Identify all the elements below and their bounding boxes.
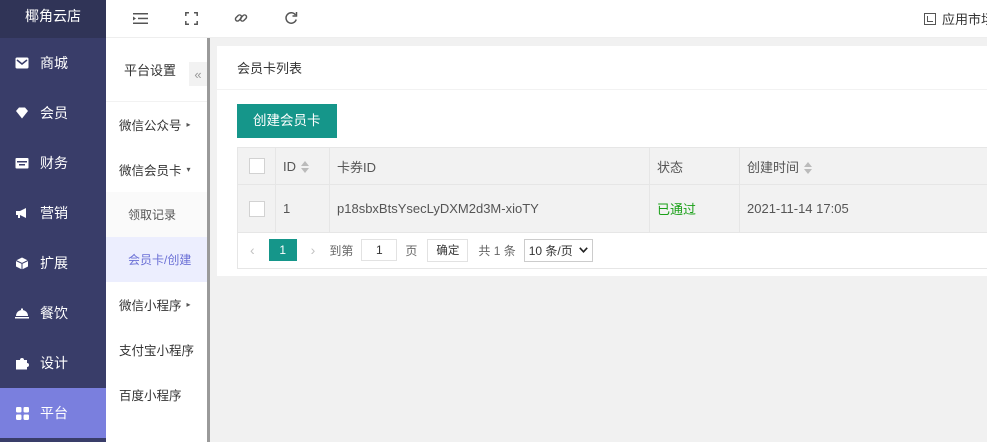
pagination: ‹ 1 › 到第 页 确定 共 1 条 10 条/页 bbox=[237, 232, 987, 269]
member-card-panel: 会员卡列表 创建会员卡 ID 卡券ID 状态 创建时间 1 p18sbxBtsY… bbox=[217, 46, 987, 276]
mail-icon bbox=[15, 56, 29, 70]
chart-box-icon bbox=[924, 12, 936, 25]
submenu-item-label: 微信会员卡 bbox=[119, 164, 182, 178]
cell-id: 1 bbox=[275, 184, 330, 233]
wallet-icon bbox=[15, 156, 29, 170]
submenu-item-wechat-card[interactable]: 微信会员卡 ▾ bbox=[106, 147, 207, 192]
submenu-item-wechat-official[interactable]: 微信公众号 ▸ bbox=[106, 102, 207, 147]
sidebar-item-label: 会员 bbox=[40, 105, 68, 121]
sidebar-item-label: 营销 bbox=[40, 205, 68, 221]
sidebar-item-label: 商城 bbox=[40, 55, 68, 71]
submenu-item-alipay-miniprogram[interactable]: 支付宝小程序 bbox=[106, 327, 207, 372]
table-header-row: ID 卡券ID 状态 创建时间 bbox=[237, 147, 987, 185]
column-header-created[interactable]: 创建时间 bbox=[739, 147, 987, 185]
app-market-label: 应用市场 bbox=[942, 12, 987, 27]
sidebar-item-member[interactable]: 会员 bbox=[0, 88, 106, 138]
submenu-item-label: 领取记录 bbox=[128, 208, 177, 222]
row-select-cell bbox=[237, 184, 276, 233]
table-row: 1 p18sbxBtsYsecLyDXM2d3M-xioTY 已通过 2021-… bbox=[237, 184, 987, 233]
submenu-item-wechat-miniprogram[interactable]: 微信小程序 ▸ bbox=[106, 282, 207, 327]
goto-prefix-label: 到第 bbox=[329, 243, 354, 258]
main-sidebar: 椰角云店 商城 会员 财务 营销 扩展 餐饮 设计 平台 bbox=[0, 0, 106, 442]
cell-created: 2021-11-14 17:05 bbox=[739, 184, 987, 233]
app-market-link[interactable]: 应用市场 bbox=[924, 9, 987, 28]
secondary-menu: 平台设置 « 微信公众号 ▸ 微信会员卡 ▾ 领取记录 会员卡/创建 微信小程序… bbox=[106, 38, 207, 442]
refresh-icon[interactable] bbox=[281, 8, 301, 28]
caret-right-icon: ▸ bbox=[186, 300, 191, 309]
submenu-item-label: 会员卡/创建 bbox=[128, 253, 192, 267]
sidebar-item-catering[interactable]: 餐饮 bbox=[0, 288, 106, 338]
sidebar-item-marketing[interactable]: 营销 bbox=[0, 188, 106, 238]
goto-suffix-label: 页 bbox=[405, 243, 418, 258]
column-header-card-id: 卡券ID bbox=[329, 147, 650, 185]
select-all-header bbox=[237, 147, 276, 185]
cube-icon bbox=[15, 256, 29, 270]
sort-icon[interactable] bbox=[301, 161, 309, 174]
sidebar-item-label: 平台 bbox=[40, 405, 68, 421]
submenu-item-label: 百度小程序 bbox=[119, 389, 182, 403]
sidebar-item-design[interactable]: 设计 bbox=[0, 338, 106, 388]
create-card-button[interactable]: 创建会员卡 bbox=[237, 104, 337, 138]
page-size-value: 10 条/页 bbox=[528, 243, 573, 258]
column-header-label: ID bbox=[283, 158, 296, 174]
submenu-item-label: 微信公众号 bbox=[119, 119, 182, 133]
brand-logo: 椰角云店 bbox=[0, 0, 106, 38]
top-header: 应用市场 bbox=[106, 0, 987, 38]
puzzle-icon bbox=[15, 356, 29, 370]
sidebar-item-mall[interactable]: 商城 bbox=[0, 38, 106, 88]
caret-down-icon: ▾ bbox=[186, 165, 191, 174]
column-header-status: 状态 bbox=[649, 147, 740, 185]
dish-icon bbox=[15, 306, 29, 320]
sidebar-item-extension[interactable]: 扩展 bbox=[0, 238, 106, 288]
sidebar-item-label: 财务 bbox=[40, 155, 68, 171]
caret-right-icon: ▸ bbox=[186, 120, 191, 129]
member-card-table: ID 卡券ID 状态 创建时间 1 p18sbxBtsYsecLyDXM2d3M… bbox=[237, 147, 987, 233]
submenu-item-label: 微信小程序 bbox=[119, 299, 182, 313]
cell-card-id: p18sbxBtsYsecLyDXM2d3M-xioTY bbox=[329, 184, 650, 233]
cell-status: 已通过 bbox=[649, 184, 740, 233]
submenu-item-label: 支付宝小程序 bbox=[119, 344, 195, 358]
sidebar-item-finance[interactable]: 财务 bbox=[0, 138, 106, 188]
link-icon[interactable] bbox=[231, 8, 251, 28]
sidebar-item-label: 餐饮 bbox=[40, 305, 68, 321]
collapse-button[interactable]: « bbox=[189, 62, 207, 86]
row-checkbox[interactable] bbox=[248, 200, 265, 217]
sidebar-item-platform[interactable]: 平台 bbox=[0, 388, 106, 438]
column-header-label: 创建时间 bbox=[747, 159, 800, 175]
prev-page-icon[interactable]: ‹ bbox=[250, 242, 255, 258]
total-count: 共 1 条 bbox=[478, 243, 516, 258]
menu-toggle-icon[interactable] bbox=[130, 8, 150, 28]
panel-title: 会员卡列表 bbox=[217, 46, 987, 90]
current-page-button[interactable]: 1 bbox=[268, 239, 297, 261]
page-size-select[interactable]: 10 条/页 bbox=[523, 238, 593, 262]
goto-page-input[interactable] bbox=[361, 239, 398, 261]
chevron-down-icon bbox=[578, 247, 588, 253]
submenu-item-card-create[interactable]: 会员卡/创建 bbox=[106, 237, 207, 282]
diamond-icon bbox=[15, 106, 29, 120]
submenu-scrollbar[interactable] bbox=[207, 38, 210, 442]
column-header-id[interactable]: ID bbox=[275, 147, 330, 185]
sidebar-item-label: 设计 bbox=[40, 355, 68, 371]
select-all-checkbox[interactable] bbox=[248, 158, 265, 175]
fullscreen-icon[interactable] bbox=[181, 8, 201, 28]
sort-icon[interactable] bbox=[804, 162, 813, 175]
submenu-item-baidu-miniprogram[interactable]: 百度小程序 bbox=[106, 372, 207, 417]
megaphone-icon bbox=[15, 206, 29, 220]
sidebar-item-label: 扩展 bbox=[40, 255, 68, 271]
next-page-icon[interactable]: › bbox=[311, 242, 316, 258]
submenu-item-claim-records[interactable]: 领取记录 bbox=[106, 192, 207, 237]
goto-confirm-button[interactable]: 确定 bbox=[427, 238, 469, 262]
grid-icon bbox=[15, 406, 29, 420]
